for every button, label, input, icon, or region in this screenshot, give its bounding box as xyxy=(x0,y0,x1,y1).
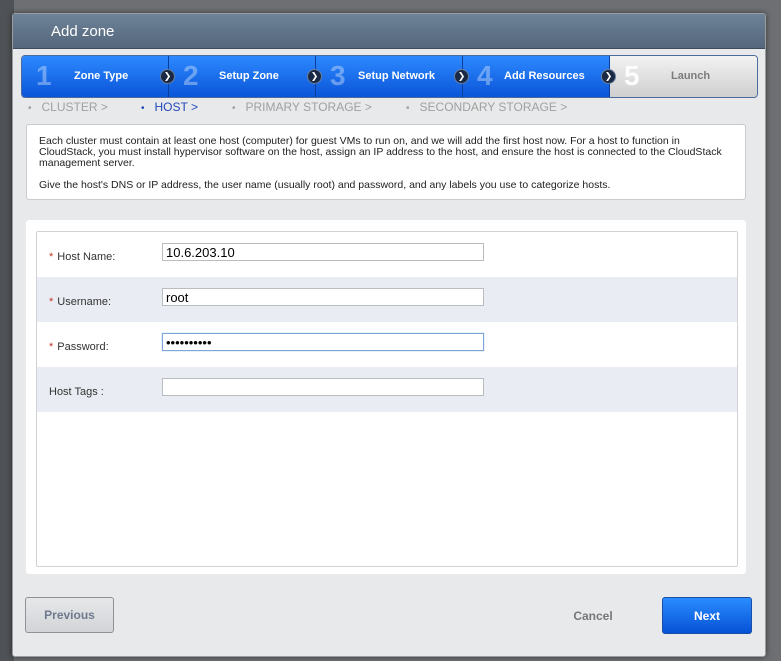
chevron-right-icon: ❯ xyxy=(454,69,469,84)
chevron-right-icon: ❯ xyxy=(307,69,322,84)
substep-primary-storage: • PRIMARY STORAGE > xyxy=(232,100,372,114)
substep-host: • HOST > xyxy=(141,100,198,114)
chevron-right-icon: ❯ xyxy=(160,69,175,84)
password-label: * Password: xyxy=(49,341,109,353)
step-setup-zone[interactable]: 2 Setup Zone ❯ xyxy=(169,56,322,97)
cancel-button[interactable]: Cancel xyxy=(561,609,625,627)
step-label: Setup Zone xyxy=(219,70,279,82)
info-paragraph-2: Give the host's DNS or IP address, the u… xyxy=(39,179,611,191)
bullet-icon: • xyxy=(141,103,145,114)
step-zone-type[interactable]: 1 Zone Type ❯ xyxy=(22,56,175,97)
step-launch[interactable]: 5 Launch xyxy=(610,56,757,97)
password-input[interactable] xyxy=(162,333,484,351)
host-form: *Host Name: *Username: *Password: Host T… xyxy=(36,231,738,567)
username-input[interactable] xyxy=(162,288,484,306)
previous-button[interactable]: Previous xyxy=(25,597,114,633)
bullet-icon: • xyxy=(28,103,32,114)
required-marker: * xyxy=(49,296,54,308)
bullet-icon: • xyxy=(232,103,236,114)
substep-label: CLUSTER > xyxy=(41,100,108,114)
required-marker: * xyxy=(49,251,54,263)
dialog-title: Add zone xyxy=(51,23,115,40)
substep-label: PRIMARY STORAGE > xyxy=(245,100,372,114)
chevron-right-icon: ❯ xyxy=(601,69,616,84)
host-name-label: * Host Name: xyxy=(49,251,116,263)
host-name-input[interactable] xyxy=(162,243,484,261)
host-tags-row: Host Tags : xyxy=(37,367,737,412)
step-number: 1 xyxy=(36,60,52,91)
info-paragraph-1: Each cluster must contain at least one h… xyxy=(39,135,722,169)
substep-secondary-storage: • SECONDARY STORAGE > xyxy=(406,100,567,114)
substep-cluster: • CLUSTER > xyxy=(28,100,108,114)
wizard-steps: 1 Zone Type ❯ 2 Setup Zone ❯ 3 Setup Net… xyxy=(21,55,758,98)
form-panel: *Host Name: *Username: *Password: Host T… xyxy=(26,220,746,574)
step-label: Launch xyxy=(671,70,711,82)
step-number: 2 xyxy=(183,60,199,91)
step-number: 5 xyxy=(624,60,640,91)
step-add-resources[interactable]: 4 Add Resources ❯ xyxy=(463,56,616,97)
step-number: 4 xyxy=(477,60,493,91)
bullet-icon: • xyxy=(406,103,410,114)
username-label: * Username: xyxy=(49,296,112,308)
step-label: Zone Type xyxy=(74,70,129,82)
host-tags-label: Host Tags : xyxy=(49,386,104,398)
substep-label: SECONDARY STORAGE > xyxy=(419,100,568,114)
dialog-titlebar: Add zone xyxy=(13,14,765,49)
step-label: Add Resources xyxy=(504,70,585,82)
host-tags-input[interactable] xyxy=(162,378,484,396)
step-setup-network[interactable]: 3 Setup Network ❯ xyxy=(316,56,469,97)
next-button[interactable]: Next xyxy=(662,597,752,634)
info-box: Each cluster must contain at least one h… xyxy=(26,124,746,200)
substep-label: HOST > xyxy=(154,100,198,114)
username-row: * Username: xyxy=(37,277,737,322)
password-row: * Password: xyxy=(37,322,737,367)
required-marker: * xyxy=(49,341,54,353)
step-label: Setup Network xyxy=(358,70,436,82)
add-zone-dialog: Add zone 1 Zone Type ❯ 2 Setup Zone ❯ 3 … xyxy=(12,13,766,657)
step-number: 3 xyxy=(330,60,346,91)
host-name-row: * Host Name: xyxy=(37,232,737,277)
